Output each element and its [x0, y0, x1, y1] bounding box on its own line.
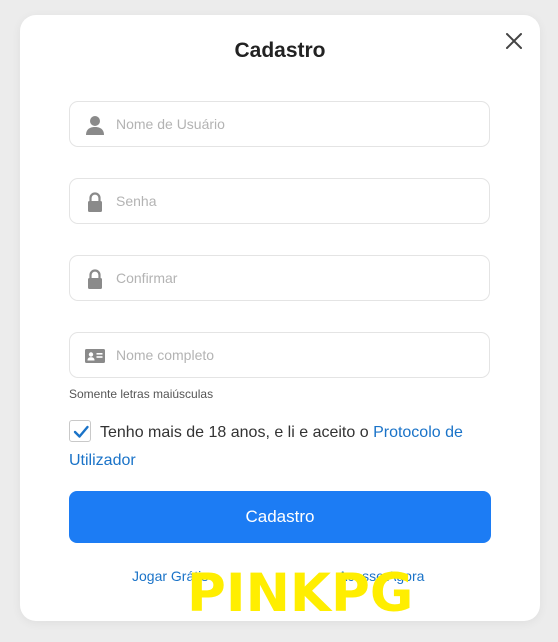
password-input[interactable] [116, 179, 476, 223]
agreement: Tenho mais de 18 anos, e li e aceito o P… [69, 419, 499, 475]
register-modal: Cadastro Nome de Usuário Nome completo S… [20, 15, 540, 621]
close-icon[interactable] [502, 29, 526, 53]
password-field[interactable] [69, 178, 490, 224]
id-card-icon [84, 345, 106, 367]
watermark-logo: PINKPG [187, 563, 414, 624]
lock-icon [84, 191, 106, 213]
fullname-hint: Somente letras maiúsculas [69, 387, 214, 401]
agreement-text: Tenho mais de 18 anos, e li e aceito o [100, 424, 374, 441]
agreement-checkbox[interactable] [69, 420, 91, 442]
fullname-input[interactable] [116, 333, 476, 377]
confirm-password-input[interactable] [116, 256, 476, 300]
fullname-field[interactable] [69, 332, 490, 378]
user-icon [84, 114, 106, 136]
username-field[interactable] [69, 101, 490, 147]
modal-title: Cadastro [234, 39, 326, 62]
confirm-password-field[interactable] [69, 255, 490, 301]
lock-icon [84, 268, 106, 290]
username-input[interactable] [116, 102, 476, 146]
register-button[interactable]: Cadastro [69, 491, 491, 543]
